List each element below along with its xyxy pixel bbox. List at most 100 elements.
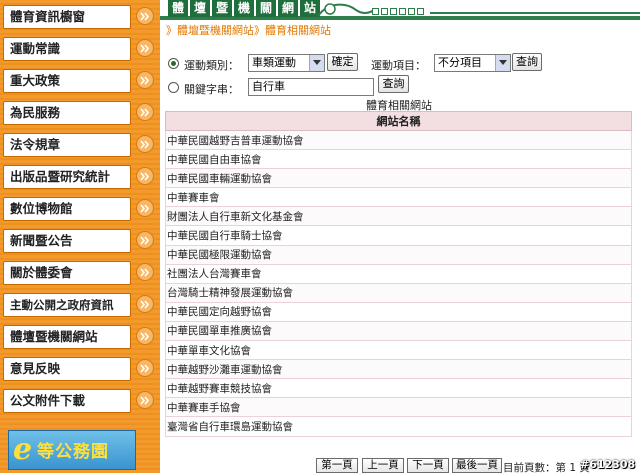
sidebar-item-sports-knowledge[interactable]: 運動常識	[0, 34, 160, 64]
sidebar-item-label: 出版品暨研究統計	[3, 165, 131, 189]
first-page-button[interactable]: 第一頁	[316, 458, 358, 473]
site-link[interactable]: 中華單車文化協會	[165, 340, 632, 361]
site-link[interactable]: 臺灣省自行車環島運動協會	[165, 416, 632, 437]
table-row: 社團法人台灣賽車會	[165, 263, 632, 284]
watermark: #612308	[580, 458, 636, 471]
chevron-down-icon	[309, 55, 324, 71]
sidebar-item-news[interactable]: 新聞暨公告	[0, 226, 160, 256]
next-page-button[interactable]: 下一頁	[407, 458, 449, 473]
breadcrumb-current: 》體育相關網站	[254, 24, 331, 37]
sidebar-item-sports-websites[interactable]: 體壇暨機關網站	[0, 322, 160, 352]
breadcrumb: 》體壇暨機關網站》體育相關網站	[166, 22, 331, 38]
page-info: 目前頁數：第 1 頁	[503, 462, 590, 473]
sidebar-item-label: 公文附件下載	[3, 389, 131, 413]
sidebar-item-label: 運動常識	[3, 37, 131, 61]
table-row: 中華賽車手協會	[165, 397, 632, 418]
sidebar-item-label: 意見反映	[3, 357, 131, 381]
breadcrumb-link-sports-websites[interactable]: 》體壇暨機關網站	[166, 24, 254, 37]
chevron-down-icon	[495, 55, 510, 71]
double-chevron-right-icon	[136, 103, 154, 121]
header-title-char: 暨	[212, 0, 232, 17]
sidebar-item-regulations[interactable]: 法令規章	[0, 130, 160, 160]
site-link[interactable]: 中華民國定向越野協會	[165, 301, 632, 322]
site-link[interactable]: 中華民國車輛運動協會	[165, 168, 632, 189]
table-row: 中華民國定向越野協會	[165, 301, 632, 322]
keyword-radio[interactable]	[168, 82, 179, 93]
last-page-button[interactable]: 最後一頁	[452, 458, 502, 473]
sidebar-item-public-service[interactable]: 為民服務	[0, 98, 160, 128]
site-link[interactable]: 中華民國單車推廣協會	[165, 320, 632, 342]
page: 體育資訊櫥窗 運動常識 重大政策 為民服務 法令規章 出版品暨研究統計 數位博物…	[0, 0, 640, 473]
confirm-button[interactable]: 確定	[327, 53, 358, 71]
site-link[interactable]: 中華賽車手協會	[165, 397, 632, 418]
double-chevron-right-icon	[136, 167, 154, 185]
sidebar-item-label: 新聞暨公告	[3, 229, 131, 253]
sidebar-item-document-downloads[interactable]: 公文附件下載	[0, 386, 160, 416]
double-chevron-right-icon	[136, 295, 154, 313]
e-gov-logo[interactable]: e 等公務園	[8, 430, 136, 470]
table-row: 中華民國自行車騎士協會	[165, 225, 632, 246]
site-link[interactable]: 中華民國越野吉普車運動協會	[165, 129, 632, 151]
table-row: 財團法人自行車新文化基金會	[165, 206, 632, 227]
logo-e-letter: e	[13, 432, 33, 467]
sport-category-value: 車類運動	[252, 56, 296, 69]
sidebar-item-major-policies[interactable]: 重大政策	[0, 66, 160, 96]
site-link[interactable]: 財團法人自行車新文化基金會	[165, 206, 632, 227]
double-chevron-right-icon	[136, 199, 154, 217]
keyword-search-button[interactable]: 查詢	[378, 75, 409, 93]
sidebar-item-feedback[interactable]: 意見反映	[0, 354, 160, 384]
sidebar-item-about[interactable]: 關於體委會	[0, 258, 160, 288]
double-chevron-right-icon	[136, 359, 154, 377]
table-row: 中華民國單車推廣協會	[165, 320, 632, 342]
table-row: 台灣騎士精神發展運動協會	[165, 282, 632, 303]
logo-text: 等公務園	[37, 442, 109, 462]
double-chevron-right-icon	[136, 71, 154, 89]
double-chevron-right-icon	[136, 263, 154, 281]
table-row: 中華民國越野吉普車運動協會	[165, 129, 632, 151]
double-chevron-right-icon	[136, 391, 154, 409]
sidebar-item-label: 重大政策	[3, 69, 131, 93]
table-row: 中華越野沙灘車運動協會	[165, 359, 632, 380]
sidebar-item-label: 法令規章	[3, 133, 131, 157]
sport-category-select[interactable]: 車類運動	[248, 54, 325, 72]
double-chevron-right-icon	[136, 231, 154, 249]
header-title-char: 關	[256, 0, 276, 17]
header-title-char: 壇	[190, 0, 210, 17]
table-row: 中華民國自由車協會	[165, 149, 632, 170]
table-row: 中華民國車輛運動協會	[165, 168, 632, 189]
double-chevron-right-icon	[136, 135, 154, 153]
site-link[interactable]: 中華賽車會	[165, 187, 632, 208]
keyword-input[interactable]: 自行車	[248, 78, 374, 96]
sidebar-item-digital-museum[interactable]: 數位博物館	[0, 194, 160, 224]
table-row: 中華越野賽車競技協會	[165, 378, 632, 399]
table-row: 中華賽車會	[165, 187, 632, 208]
double-chevron-right-icon	[136, 327, 154, 345]
prev-page-button[interactable]: 上一頁	[362, 458, 404, 473]
site-link[interactable]: 中華民國自由車協會	[165, 149, 632, 170]
header-title-char: 體	[168, 0, 188, 17]
sidebar-item-government-info[interactable]: 主動公開之政府資訊	[0, 290, 160, 320]
site-link[interactable]: 台灣騎士精神發展運動協會	[165, 282, 632, 303]
header-title-char: 機	[234, 0, 254, 17]
sidebar-item-label: 主動公開之政府資訊	[3, 293, 131, 317]
sport-item-select[interactable]: 不分項目	[434, 54, 511, 72]
site-link[interactable]: 社團法人台灣賽車會	[165, 263, 632, 284]
sidebar-item-label: 關於體委會	[3, 261, 131, 285]
search-button[interactable]: 查詢	[512, 53, 542, 71]
site-link[interactable]: 中華越野沙灘車運動協會	[165, 359, 632, 380]
site-link[interactable]: 中華民國極限運動協會	[165, 244, 632, 265]
results-table: 網站名稱 中華民國越野吉普車運動協會 中華民國自由車協會 中華民國車輛運動協會 …	[165, 111, 632, 437]
table-row: 中華民國極限運動協會	[165, 244, 632, 265]
sidebar-item-sports-info[interactable]: 體育資訊櫥窗	[0, 2, 160, 32]
table-row: 中華單車文化協會	[165, 340, 632, 361]
site-link[interactable]: 中華民國自行車騎士協會	[165, 225, 632, 246]
header-bar	[160, 16, 640, 20]
site-link[interactable]: 中華越野賽車競技協會	[165, 378, 632, 399]
double-chevron-right-icon	[136, 7, 154, 25]
double-chevron-right-icon	[136, 39, 154, 57]
sidebar-item-publications[interactable]: 出版品暨研究統計	[0, 162, 160, 192]
sidebar: 體育資訊櫥窗 運動常識 重大政策 為民服務 法令規章 出版品暨研究統計 數位博物…	[0, 0, 160, 473]
sport-category-radio[interactable]	[168, 58, 179, 69]
sidebar-item-label: 體育資訊櫥窗	[3, 5, 131, 29]
keyword-label: 關鍵字串：	[184, 83, 239, 96]
